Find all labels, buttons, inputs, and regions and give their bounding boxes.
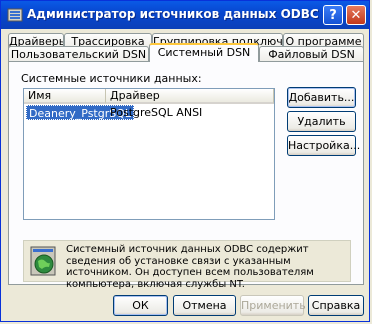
column-header-name[interactable]: Имя: [24, 89, 106, 104]
help-icon: ?: [329, 7, 337, 23]
remove-button[interactable]: Удалить: [287, 111, 356, 132]
title-bar[interactable]: Администратор источников данных ODBC ? ✕: [1, 1, 369, 29]
dsn-list[interactable]: Имя Драйвер Deanery_PstgrSQL PostgreSQL …: [23, 88, 275, 220]
help-button[interactable]: Справка: [308, 295, 364, 316]
tab-label: Файловый DSN: [268, 48, 355, 61]
apply-button[interactable]: Применить: [240, 295, 306, 316]
tab-system-dsn[interactable]: Системный DSN: [149, 43, 259, 62]
help-title-button[interactable]: ?: [323, 5, 343, 25]
odbc-app-icon: [7, 8, 23, 22]
cancel-button[interactable]: Отмена: [173, 295, 236, 316]
dsn-driver-cell: PostgreSQL ANSI: [110, 106, 203, 119]
list-item[interactable]: Deanery_PstgrSQL PostgreSQL ANSI: [24, 105, 274, 120]
section-label: Системные источники данных:: [21, 72, 202, 85]
info-box: Системный источник данных ODBC содержит …: [23, 240, 351, 290]
list-header: Имя Драйвер: [24, 89, 274, 104]
info-text: Системный источник данных ODBC содержит …: [66, 244, 314, 290]
column-header-driver[interactable]: Драйвер: [106, 89, 274, 104]
configure-button[interactable]: Настройка...: [287, 135, 360, 156]
tab-label: Пользовательский DSN: [10, 48, 147, 61]
odbc-globe-icon: [30, 246, 56, 276]
close-window-button[interactable]: ✕: [346, 5, 366, 25]
window-title: Администратор источников данных ODBC: [27, 7, 319, 21]
system-dsn-panel: Системные источники данных: Имя Драйвер …: [8, 61, 364, 290]
odbc-admin-window: Администратор источников данных ODBC ? ✕…: [0, 0, 370, 322]
ok-button[interactable]: ОК: [113, 295, 168, 316]
tab-label: Системный DSN: [157, 46, 251, 59]
add-button[interactable]: Добавить...: [287, 87, 356, 108]
close-icon: ✕: [350, 7, 362, 23]
